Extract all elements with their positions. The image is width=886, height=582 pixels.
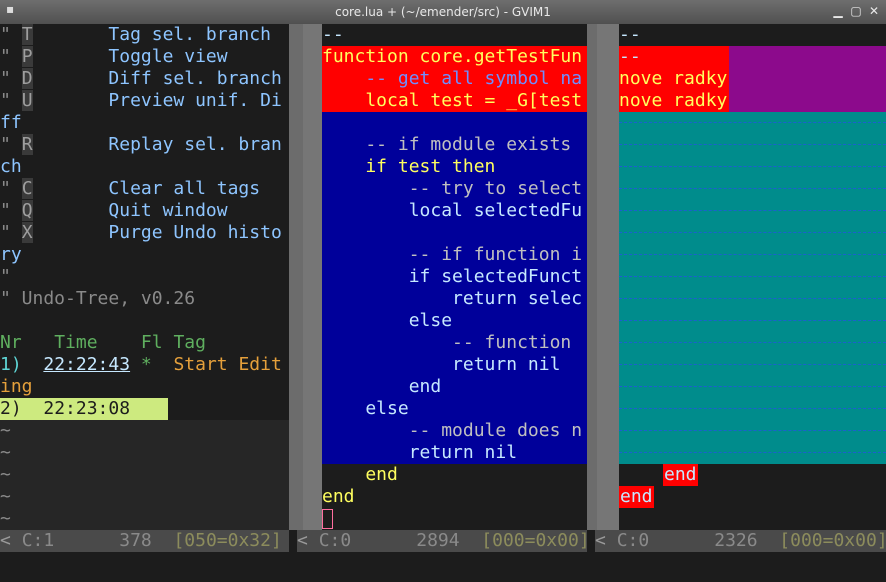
filler-line: -- — [619, 24, 641, 45]
status-line-diff-left: < C:0 2894 [000=0x00] — [297, 530, 590, 552]
status-line-undotree: < C:1 378 [050=0x32] — [0, 530, 289, 552]
help-wrap: ff — [0, 112, 22, 133]
key-hint: P — [21, 46, 33, 67]
code-line: end — [663, 464, 698, 486]
undo-entry-selected[interactable]: 2) 22:23:08 — [0, 398, 168, 420]
help-wrap: " — [0, 266, 11, 287]
code-line: -- try to select — [322, 178, 583, 199]
code-line: return nil — [322, 442, 518, 463]
code-line: -- if function i — [322, 244, 583, 265]
help-line: " T Tag sel. branch — [0, 24, 271, 45]
code-line: -- if module exists — [322, 134, 572, 155]
diff-pane-left[interactable]: -- function core.getTestFun -- get all s… — [303, 24, 587, 530]
tilde-line: ~ — [0, 464, 11, 485]
maximize-button[interactable]: ▢ — [848, 3, 864, 19]
code-line: -- get all symbol na — [322, 68, 583, 89]
key-hint: Q — [21, 200, 33, 221]
code-line: -- — [619, 46, 641, 67]
tilde-line: ~ — [0, 442, 11, 463]
code-line: end — [322, 376, 442, 397]
help-wrap: ch — [0, 156, 22, 177]
undo-entry-wrap: ing — [0, 376, 33, 397]
code-line: if selectedFunct — [322, 266, 583, 287]
window-menu-icon[interactable]: ▪ — [6, 2, 20, 20]
empty-area — [0, 420, 289, 530]
key-hint: T — [21, 24, 33, 45]
help-line: " Q Quit window — [0, 200, 228, 221]
help-wrap: ry — [0, 244, 22, 265]
window-controls: ▁ ▢ ✕ — [830, 3, 882, 19]
help-line: " D Diff sel. branch — [0, 68, 282, 89]
code-line: local test = _G[test — [322, 90, 583, 111]
help-line: " X Purge Undo histo — [0, 222, 282, 243]
minimize-button[interactable]: ▁ — [830, 3, 846, 19]
key-hint: D — [21, 68, 33, 89]
tilde-line: ~ — [0, 486, 11, 507]
code-line: local selectedFu — [322, 200, 583, 221]
code-line: end — [322, 486, 355, 507]
help-line: " U Preview unif. Di — [0, 90, 282, 111]
code-line: return nil — [322, 354, 561, 375]
undo-entry[interactable]: 1) 22:22:43 * Start Edit — [0, 354, 282, 376]
code-line: else — [322, 310, 453, 331]
status-line-diff-right: < C:0 2326 [000=0x00] — [595, 530, 886, 552]
key-hint: R — [21, 134, 33, 155]
code-line: -- function — [322, 332, 572, 353]
fold-column — [303, 24, 322, 530]
close-button[interactable]: ✕ — [866, 3, 882, 19]
code-line: if test then — [322, 156, 496, 177]
code-line: else — [322, 398, 409, 419]
key-hint: X — [21, 222, 33, 243]
version-line: " Undo-Tree, v0.26 — [0, 288, 196, 309]
window-titlebar: ▪ core.lua + (~/emender/src) - GVIM1 ▁ ▢… — [0, 0, 886, 24]
key-hint: U — [21, 90, 33, 111]
key-hint: C — [21, 178, 33, 199]
vertical-split[interactable] — [587, 24, 597, 530]
undotree-pane[interactable]: " T Tag sel. branch " P Toggle view " D … — [0, 24, 289, 530]
code-line: nove radky — [619, 90, 728, 111]
diff-pane-right[interactable]: -- -- nove radky nove radky end end — [597, 24, 886, 530]
vertical-split[interactable] — [289, 24, 303, 530]
tilde-line: ~ — [0, 508, 11, 529]
code-line: -- module does n — [322, 420, 583, 441]
tilde-line: ~ — [0, 420, 11, 441]
code-line: end — [322, 464, 398, 485]
code-line: return selec — [322, 288, 583, 309]
filler-line: -- — [322, 24, 344, 45]
tree-header: Nr Time Fl Tag — [0, 332, 206, 353]
cursor — [322, 509, 333, 529]
window-title: core.lua + (~/emender/src) - GVIM1 — [335, 5, 551, 19]
filler-lines — [597, 112, 886, 464]
code-line: end — [619, 486, 654, 508]
help-line: " R Replay sel. bran — [0, 134, 282, 155]
command-line[interactable] — [0, 552, 886, 582]
code-line: nove radky — [619, 68, 728, 89]
help-line: " C Clear all tags — [0, 178, 261, 199]
code-line: function core.getTestFun — [322, 46, 583, 67]
help-line: " P Toggle view — [0, 46, 228, 67]
